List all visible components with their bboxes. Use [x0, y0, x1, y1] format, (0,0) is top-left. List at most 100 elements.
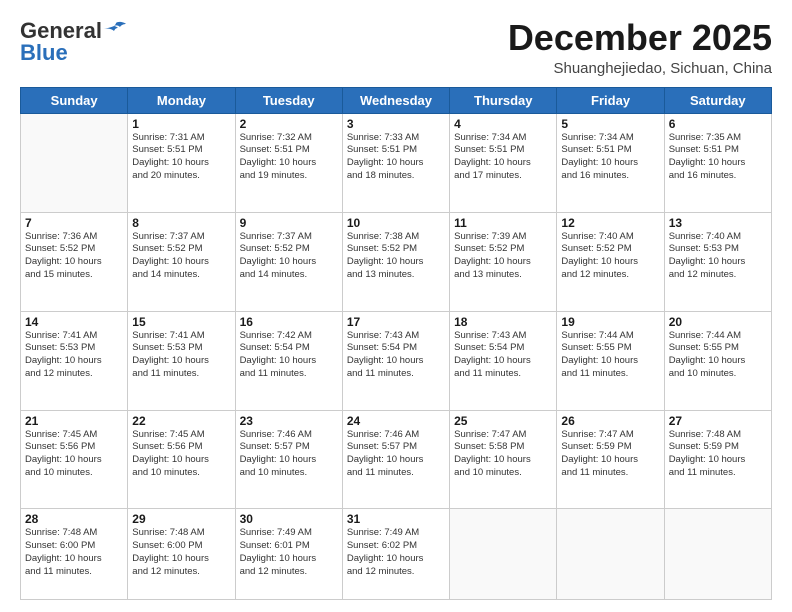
calendar-table: SundayMondayTuesdayWednesdayThursdayFrid… [20, 87, 772, 600]
calendar-day-cell: 19Sunrise: 7:44 AM Sunset: 5:55 PM Dayli… [557, 311, 664, 410]
calendar-day-cell: 4Sunrise: 7:34 AM Sunset: 5:51 PM Daylig… [450, 113, 557, 212]
day-number: 5 [561, 117, 659, 131]
calendar-day-cell: 23Sunrise: 7:46 AM Sunset: 5:57 PM Dayli… [235, 410, 342, 509]
day-info: Sunrise: 7:46 AM Sunset: 5:57 PM Dayligh… [240, 429, 338, 480]
calendar-week-row: 14Sunrise: 7:41 AM Sunset: 5:53 PM Dayli… [21, 311, 772, 410]
day-number: 26 [561, 414, 659, 428]
calendar-day-cell [21, 113, 128, 212]
calendar-day-cell: 26Sunrise: 7:47 AM Sunset: 5:59 PM Dayli… [557, 410, 664, 509]
calendar-day-cell: 28Sunrise: 7:48 AM Sunset: 6:00 PM Dayli… [21, 509, 128, 600]
day-info: Sunrise: 7:41 AM Sunset: 5:53 PM Dayligh… [132, 330, 230, 381]
day-info: Sunrise: 7:42 AM Sunset: 5:54 PM Dayligh… [240, 330, 338, 381]
calendar-day-cell: 16Sunrise: 7:42 AM Sunset: 5:54 PM Dayli… [235, 311, 342, 410]
day-info: Sunrise: 7:31 AM Sunset: 5:51 PM Dayligh… [132, 132, 230, 183]
day-info: Sunrise: 7:40 AM Sunset: 5:53 PM Dayligh… [669, 231, 767, 282]
day-of-week-header: Tuesday [235, 87, 342, 113]
logo: General Blue [20, 18, 126, 66]
location-subtitle: Shuanghejiedao, Sichuan, China [508, 60, 772, 77]
day-number: 30 [240, 512, 338, 526]
day-number: 1 [132, 117, 230, 131]
day-info: Sunrise: 7:48 AM Sunset: 6:00 PM Dayligh… [25, 527, 123, 578]
calendar-day-cell: 1Sunrise: 7:31 AM Sunset: 5:51 PM Daylig… [128, 113, 235, 212]
calendar-day-cell: 25Sunrise: 7:47 AM Sunset: 5:58 PM Dayli… [450, 410, 557, 509]
day-number: 20 [669, 315, 767, 329]
day-number: 4 [454, 117, 552, 131]
day-info: Sunrise: 7:35 AM Sunset: 5:51 PM Dayligh… [669, 132, 767, 183]
calendar-day-cell: 24Sunrise: 7:46 AM Sunset: 5:57 PM Dayli… [342, 410, 449, 509]
day-number: 28 [25, 512, 123, 526]
day-info: Sunrise: 7:45 AM Sunset: 5:56 PM Dayligh… [25, 429, 123, 480]
day-info: Sunrise: 7:48 AM Sunset: 5:59 PM Dayligh… [669, 429, 767, 480]
day-number: 15 [132, 315, 230, 329]
day-of-week-header: Saturday [664, 87, 771, 113]
day-of-week-header: Thursday [450, 87, 557, 113]
day-info: Sunrise: 7:36 AM Sunset: 5:52 PM Dayligh… [25, 231, 123, 282]
day-number: 9 [240, 216, 338, 230]
header: General Blue December 2025 Shuanghejieda… [20, 18, 772, 77]
calendar-day-cell: 5Sunrise: 7:34 AM Sunset: 5:51 PM Daylig… [557, 113, 664, 212]
day-info: Sunrise: 7:41 AM Sunset: 5:53 PM Dayligh… [25, 330, 123, 381]
day-info: Sunrise: 7:47 AM Sunset: 5:58 PM Dayligh… [454, 429, 552, 480]
calendar-day-cell: 12Sunrise: 7:40 AM Sunset: 5:52 PM Dayli… [557, 212, 664, 311]
day-number: 18 [454, 315, 552, 329]
calendar-day-cell: 18Sunrise: 7:43 AM Sunset: 5:54 PM Dayli… [450, 311, 557, 410]
day-number: 31 [347, 512, 445, 526]
day-of-week-header: Sunday [21, 87, 128, 113]
day-number: 10 [347, 216, 445, 230]
page: General Blue December 2025 Shuanghejieda… [0, 0, 792, 612]
calendar-day-cell: 17Sunrise: 7:43 AM Sunset: 5:54 PM Dayli… [342, 311, 449, 410]
day-number: 6 [669, 117, 767, 131]
calendar-day-cell [450, 509, 557, 600]
day-number: 11 [454, 216, 552, 230]
calendar-day-cell [557, 509, 664, 600]
calendar-day-cell: 13Sunrise: 7:40 AM Sunset: 5:53 PM Dayli… [664, 212, 771, 311]
calendar-week-row: 28Sunrise: 7:48 AM Sunset: 6:00 PM Dayli… [21, 509, 772, 600]
day-number: 14 [25, 315, 123, 329]
day-info: Sunrise: 7:49 AM Sunset: 6:02 PM Dayligh… [347, 527, 445, 578]
day-info: Sunrise: 7:45 AM Sunset: 5:56 PM Dayligh… [132, 429, 230, 480]
day-info: Sunrise: 7:49 AM Sunset: 6:01 PM Dayligh… [240, 527, 338, 578]
calendar-day-cell: 29Sunrise: 7:48 AM Sunset: 6:00 PM Dayli… [128, 509, 235, 600]
calendar-day-cell: 15Sunrise: 7:41 AM Sunset: 5:53 PM Dayli… [128, 311, 235, 410]
day-info: Sunrise: 7:40 AM Sunset: 5:52 PM Dayligh… [561, 231, 659, 282]
day-info: Sunrise: 7:34 AM Sunset: 5:51 PM Dayligh… [454, 132, 552, 183]
day-number: 2 [240, 117, 338, 131]
day-info: Sunrise: 7:37 AM Sunset: 5:52 PM Dayligh… [240, 231, 338, 282]
day-number: 17 [347, 315, 445, 329]
calendar-day-cell: 31Sunrise: 7:49 AM Sunset: 6:02 PM Dayli… [342, 509, 449, 600]
day-info: Sunrise: 7:46 AM Sunset: 5:57 PM Dayligh… [347, 429, 445, 480]
day-of-week-header: Friday [557, 87, 664, 113]
day-info: Sunrise: 7:48 AM Sunset: 6:00 PM Dayligh… [132, 527, 230, 578]
day-number: 25 [454, 414, 552, 428]
calendar-day-cell: 30Sunrise: 7:49 AM Sunset: 6:01 PM Dayli… [235, 509, 342, 600]
calendar-day-cell: 6Sunrise: 7:35 AM Sunset: 5:51 PM Daylig… [664, 113, 771, 212]
day-info: Sunrise: 7:39 AM Sunset: 5:52 PM Dayligh… [454, 231, 552, 282]
calendar-day-cell: 10Sunrise: 7:38 AM Sunset: 5:52 PM Dayli… [342, 212, 449, 311]
day-number: 7 [25, 216, 123, 230]
day-number: 3 [347, 117, 445, 131]
day-info: Sunrise: 7:47 AM Sunset: 5:59 PM Dayligh… [561, 429, 659, 480]
calendar-day-cell: 11Sunrise: 7:39 AM Sunset: 5:52 PM Dayli… [450, 212, 557, 311]
day-of-week-header: Wednesday [342, 87, 449, 113]
day-number: 21 [25, 414, 123, 428]
day-number: 24 [347, 414, 445, 428]
day-number: 16 [240, 315, 338, 329]
logo-blue: Blue [20, 40, 68, 66]
logo-bird-icon [104, 21, 126, 37]
calendar-day-cell: 8Sunrise: 7:37 AM Sunset: 5:52 PM Daylig… [128, 212, 235, 311]
calendar-day-cell: 3Sunrise: 7:33 AM Sunset: 5:51 PM Daylig… [342, 113, 449, 212]
day-info: Sunrise: 7:33 AM Sunset: 5:51 PM Dayligh… [347, 132, 445, 183]
day-info: Sunrise: 7:38 AM Sunset: 5:52 PM Dayligh… [347, 231, 445, 282]
day-number: 27 [669, 414, 767, 428]
day-info: Sunrise: 7:37 AM Sunset: 5:52 PM Dayligh… [132, 231, 230, 282]
calendar-day-cell: 14Sunrise: 7:41 AM Sunset: 5:53 PM Dayli… [21, 311, 128, 410]
calendar-day-cell: 22Sunrise: 7:45 AM Sunset: 5:56 PM Dayli… [128, 410, 235, 509]
day-number: 23 [240, 414, 338, 428]
calendar-week-row: 21Sunrise: 7:45 AM Sunset: 5:56 PM Dayli… [21, 410, 772, 509]
month-title: December 2025 [508, 18, 772, 58]
day-number: 8 [132, 216, 230, 230]
calendar-day-cell: 9Sunrise: 7:37 AM Sunset: 5:52 PM Daylig… [235, 212, 342, 311]
calendar-header-row: SundayMondayTuesdayWednesdayThursdayFrid… [21, 87, 772, 113]
calendar-day-cell: 21Sunrise: 7:45 AM Sunset: 5:56 PM Dayli… [21, 410, 128, 509]
title-section: December 2025 Shuanghejiedao, Sichuan, C… [508, 18, 772, 77]
